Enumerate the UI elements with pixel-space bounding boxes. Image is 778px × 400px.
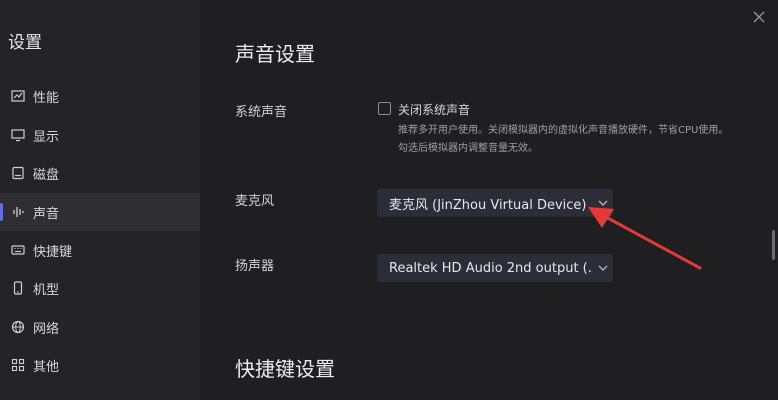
- sidebar-item-other[interactable]: 其他: [0, 346, 200, 384]
- mute-system-sound-checkbox[interactable]: [378, 102, 391, 115]
- sidebar-item-sound[interactable]: 声音: [0, 193, 200, 231]
- close-button[interactable]: [750, 8, 768, 26]
- sidebar-item-label: 声音: [33, 206, 60, 222]
- mute-system-sound-label[interactable]: 关闭系统声音: [398, 101, 470, 118]
- sidebar-item-label: 快捷键: [33, 244, 73, 260]
- close-icon: [753, 11, 765, 23]
- sidebar-item-network[interactable]: 网络: [0, 308, 200, 346]
- sidebar-item-label: 磁盘: [33, 167, 60, 183]
- microphone-select-value: 麦克风 (JinZhou Virtual Device): [389, 197, 587, 213]
- speaker-label: 扬声器: [235, 259, 275, 274]
- settings-sidebar: 设置 性能 显示 磁盘 声音 快捷键 机型 网络 其他: [0, 0, 200, 400]
- sidebar-item-disk[interactable]: 磁盘: [0, 154, 200, 192]
- sidebar-item-performance[interactable]: 性能: [0, 77, 200, 115]
- sidebar-item-label: 网络: [33, 321, 60, 337]
- system-sound-label: 系统声音: [235, 105, 288, 120]
- sidebar-item-display[interactable]: 显示: [0, 116, 200, 154]
- grid-icon: [11, 358, 25, 372]
- active-indicator: [0, 203, 3, 221]
- speaker-select[interactable]: Realtek HD Audio 2nd output (...: [377, 254, 613, 282]
- chevron-down-icon: [593, 265, 613, 271]
- microphone-select[interactable]: 麦克风 (JinZhou Virtual Device): [377, 189, 613, 217]
- sidebar-item-label: 性能: [33, 90, 60, 106]
- keyboard-icon: [11, 243, 25, 257]
- globe-icon: [11, 320, 25, 334]
- microphone-label: 麦克风: [235, 194, 275, 209]
- sidebar-item-label: 机型: [33, 282, 60, 298]
- speaker-select-value: Realtek HD Audio 2nd output (...: [389, 260, 593, 276]
- sidebar-item-shortcuts[interactable]: 快捷键: [0, 231, 200, 269]
- system-sound-hint: 推荐多开用户使用。关闭模拟器内的虚拟化声音播放硬件，节省CPU使用。勾选后模拟器…: [398, 125, 729, 154]
- settings-content: 声音设置 系统声音 关闭系统声音 推荐多开用户使用。关闭模拟器内的虚拟化声音播放…: [200, 0, 778, 400]
- disk-icon: [11, 166, 25, 180]
- sidebar-item-model[interactable]: 机型: [0, 269, 200, 307]
- scrollbar-thumb[interactable]: [772, 230, 775, 260]
- sidebar-title: 设置: [8, 33, 42, 53]
- phone-icon: [11, 281, 25, 295]
- monitor-icon: [11, 128, 25, 142]
- sound-section-title: 声音设置: [235, 42, 315, 66]
- chevron-down-icon: [593, 200, 613, 206]
- sidebar-item-label: 其他: [33, 359, 60, 375]
- sidebar-item-label: 显示: [33, 129, 60, 145]
- chart-icon: [11, 89, 25, 103]
- shortcut-section-title: 快捷键设置: [235, 357, 335, 381]
- sound-wave-icon: [11, 205, 25, 219]
